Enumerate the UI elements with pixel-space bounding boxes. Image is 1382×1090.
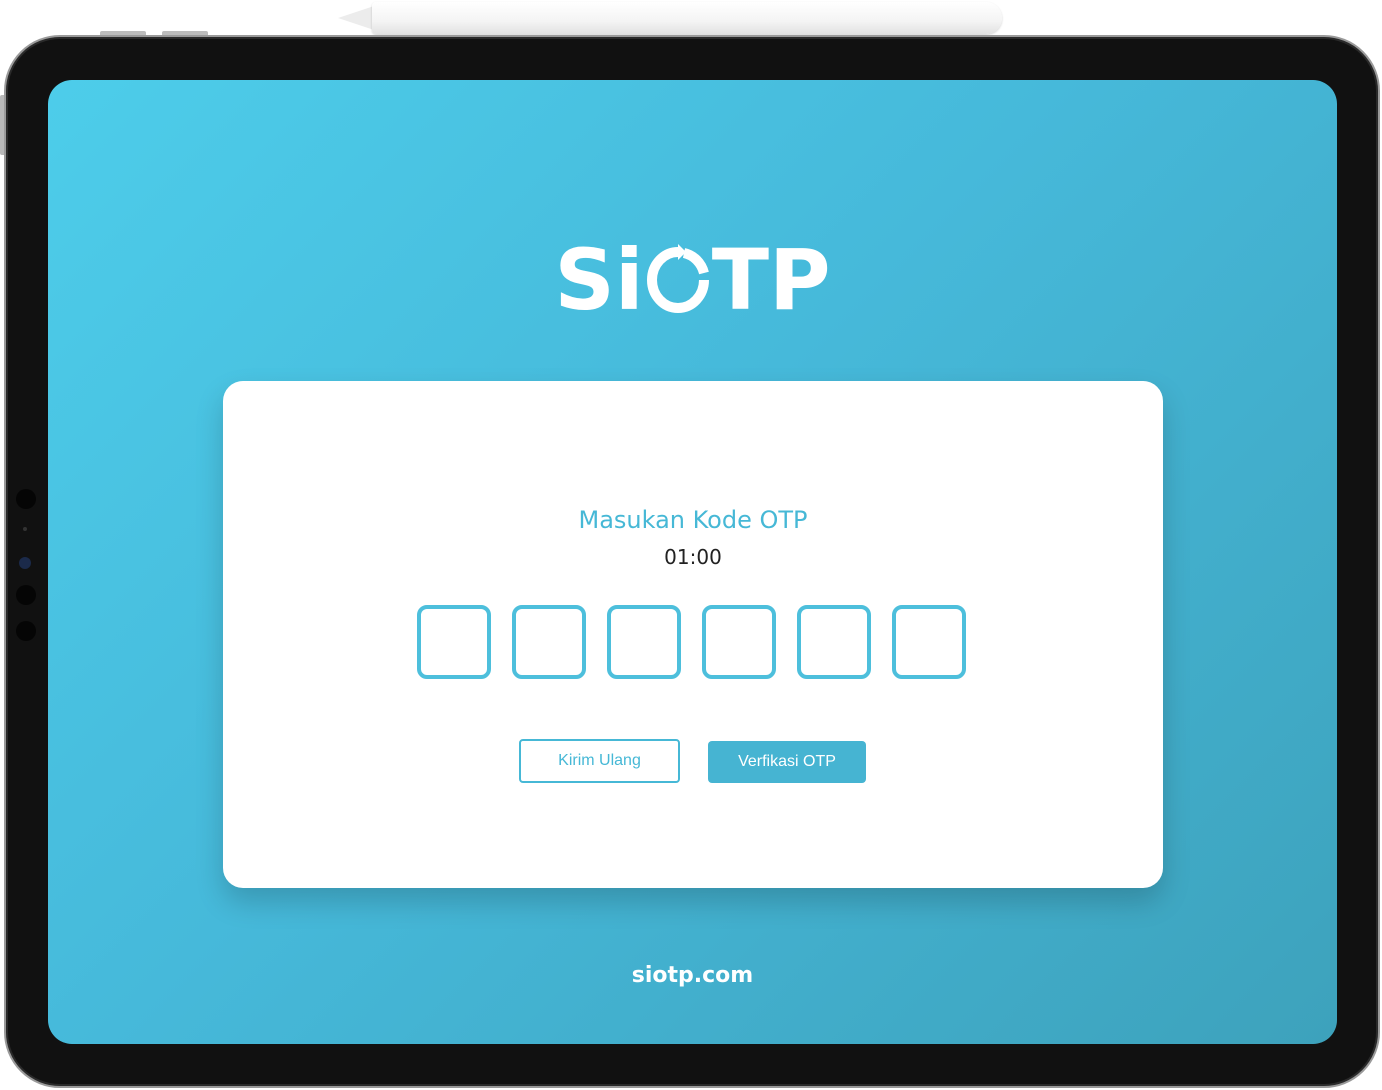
pencil-tip xyxy=(338,6,374,30)
app-screen: Si TP Masukan Kode OTP 01:00 Kirim Ulang… xyxy=(48,80,1337,1044)
otp-input-group xyxy=(417,605,966,679)
otp-digit-3[interactable] xyxy=(607,605,681,679)
resend-otp-button[interactable]: Kirim Ulang xyxy=(519,739,680,783)
otp-digit-5[interactable] xyxy=(797,605,871,679)
otp-digit-4[interactable] xyxy=(702,605,776,679)
refresh-ring-icon xyxy=(646,244,709,313)
otp-digit-6[interactable] xyxy=(892,605,966,679)
sensor-dot xyxy=(16,489,36,509)
siotp-logo: Si TP xyxy=(48,238,1337,328)
sensor-dot xyxy=(16,621,36,641)
logo-text-left: Si xyxy=(554,231,644,329)
otp-digit-1[interactable] xyxy=(417,605,491,679)
otp-card: Masukan Kode OTP 01:00 Kirim Ulang Verfi… xyxy=(223,381,1163,888)
apple-pencil xyxy=(372,2,1002,34)
sensor-dot xyxy=(23,527,27,531)
otp-title: Masukan Kode OTP xyxy=(578,506,808,534)
camera-lens xyxy=(19,557,31,569)
countdown-timer: 01:00 xyxy=(664,545,722,569)
logo-text-right: TP xyxy=(711,231,831,329)
footer-site-link[interactable]: siotp.com xyxy=(48,962,1337,990)
otp-digit-2[interactable] xyxy=(512,605,586,679)
verify-otp-button[interactable]: Verfikasi OTP xyxy=(708,741,866,783)
sensor-dot xyxy=(16,585,36,605)
device-mockup: Si TP Masukan Kode OTP 01:00 Kirim Ulang… xyxy=(0,0,1382,1090)
